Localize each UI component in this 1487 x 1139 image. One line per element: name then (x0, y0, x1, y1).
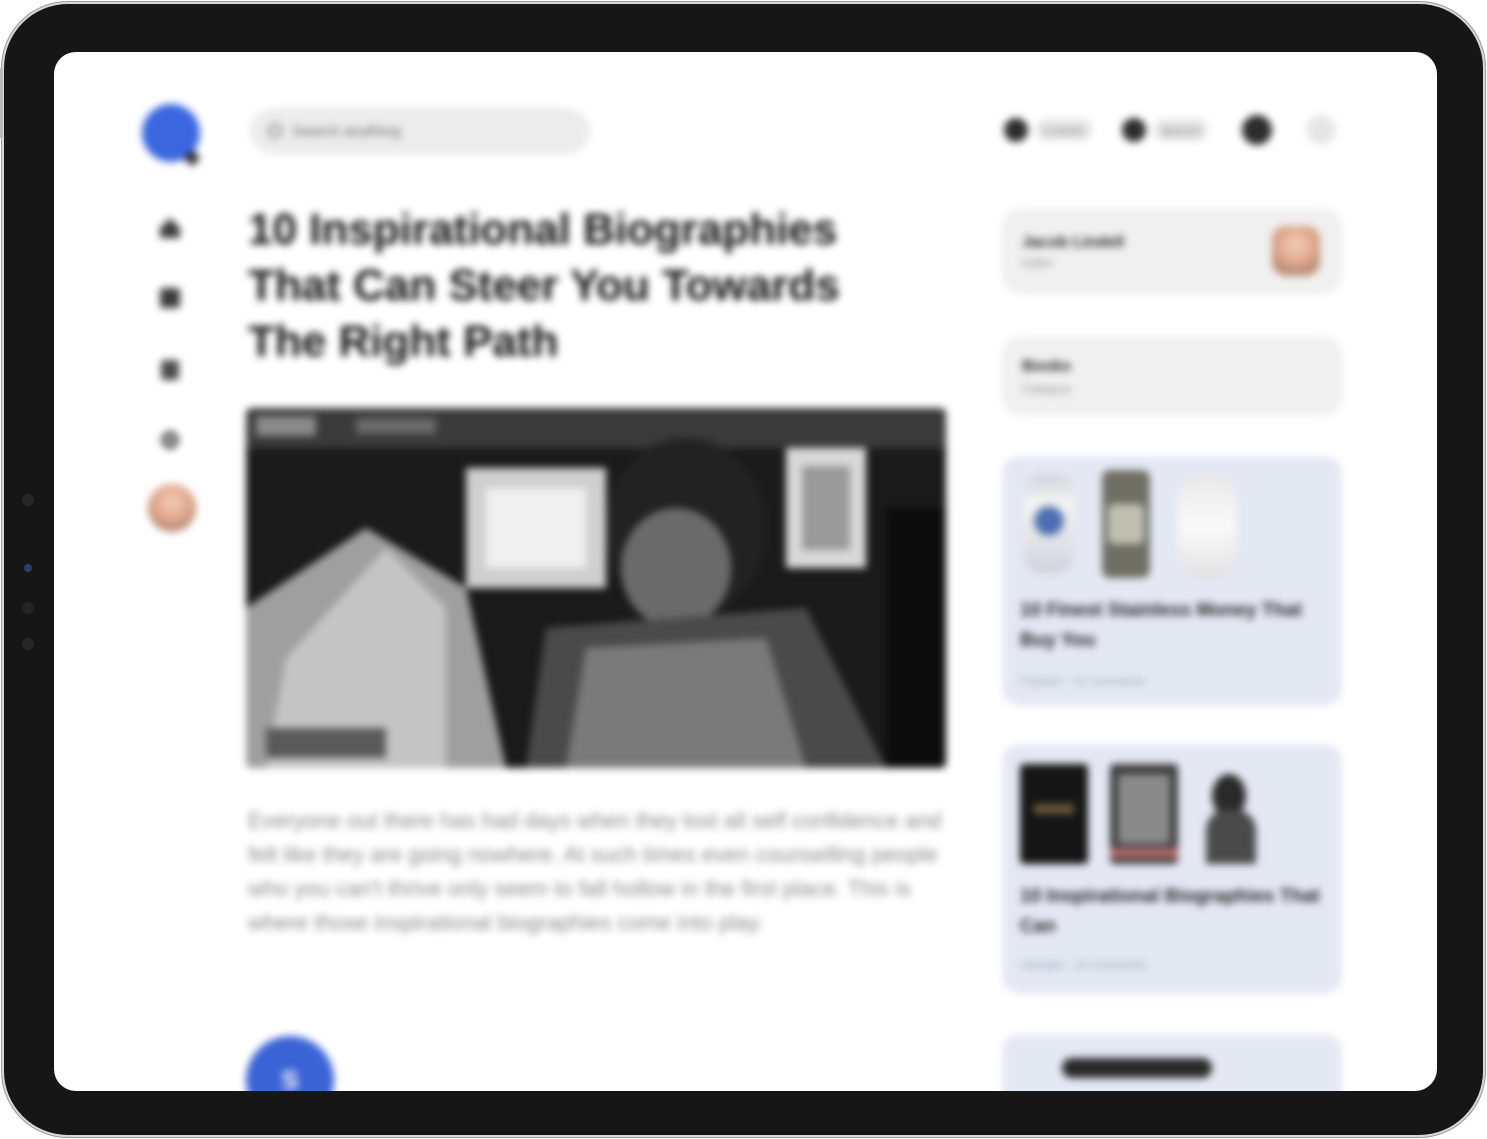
recommended-meta-2: Lifestyle · 24 comments (1020, 958, 1147, 972)
tablet-frame: Search anything Lorem Ipsum 10 Inspirati… (0, 4, 1483, 1135)
search-placeholder: Search anything (292, 122, 401, 140)
chip-label: Ipsum (1154, 119, 1209, 141)
sidebar-item-home[interactable] (154, 212, 186, 244)
hero-photo (246, 408, 946, 768)
recommended-title-1: 10 Finest Stainless Money That Buy You (1020, 600, 1302, 651)
author-initial: S (281, 1064, 299, 1092)
notifications-button[interactable] (1242, 115, 1272, 145)
search-input[interactable]: Search anything (250, 108, 590, 154)
recommended-card-3[interactable] (1002, 1034, 1342, 1091)
author-profile-card[interactable]: Jacob Lindell Editor (1002, 208, 1342, 294)
watch-image-2 (1102, 470, 1150, 578)
book-cover-1 (1020, 764, 1088, 864)
category-subtitle: Category (1022, 382, 1071, 396)
recommended-card-2[interactable]: 10 Inspirational Biographies That Can Li… (1002, 744, 1342, 994)
category-title: Books (1022, 358, 1071, 375)
sensor-dot (24, 564, 32, 572)
author-name: Jacob Lindell (1022, 234, 1125, 251)
search-icon (268, 124, 282, 138)
header-chip-1[interactable]: Lorem (1004, 112, 1092, 148)
category-card[interactable]: Books Category (1002, 336, 1342, 416)
author-subtitle: Editor (1022, 256, 1054, 270)
book-cover-3 (1198, 764, 1266, 864)
author-avatar (1272, 226, 1320, 276)
article-title: 10 Inspirational Biographies That Can St… (248, 205, 840, 366)
screen: Search anything Lorem Ipsum 10 Inspirati… (54, 52, 1437, 1091)
volume-button (0, 68, 3, 138)
header-chip-2[interactable]: Ipsum (1122, 112, 1209, 148)
chip-icon (1122, 118, 1146, 142)
recommended-title-2: 10 Inspirational Biographies That Can (1020, 886, 1320, 937)
article-body: Everyone out there has had days when the… (248, 808, 942, 935)
bookmark-icon (161, 360, 179, 380)
settings-icon (161, 431, 179, 449)
recommended-meta-1: Fashion · 12 comments (1020, 674, 1146, 688)
sidebar-item-saved[interactable] (154, 354, 186, 386)
article-hero-image (246, 408, 946, 768)
app-content: Search anything Lorem Ipsum 10 Inspirati… (54, 52, 1437, 1091)
recommended-card-1[interactable]: 10 Finest Stainless Money That Buy You F… (1002, 456, 1342, 706)
home-icon (160, 218, 180, 238)
mic-dot-2 (22, 638, 34, 650)
watch-image-1 (1024, 474, 1074, 574)
author-button[interactable]: S (246, 1036, 334, 1091)
book-cover-2 (1110, 764, 1178, 864)
sidebar-item-explore[interactable] (154, 282, 186, 314)
sidebar-item-settings[interactable] (154, 424, 186, 456)
grid-icon (160, 288, 180, 308)
chip-icon (1004, 118, 1028, 142)
user-avatar[interactable] (148, 484, 196, 532)
watch-image-3 (1178, 474, 1236, 578)
chip-label: Lorem (1036, 119, 1092, 141)
mic-dot (22, 602, 34, 614)
menu-button[interactable] (1306, 115, 1336, 145)
camera-dot (22, 494, 34, 506)
card-3-image (1062, 1058, 1212, 1078)
